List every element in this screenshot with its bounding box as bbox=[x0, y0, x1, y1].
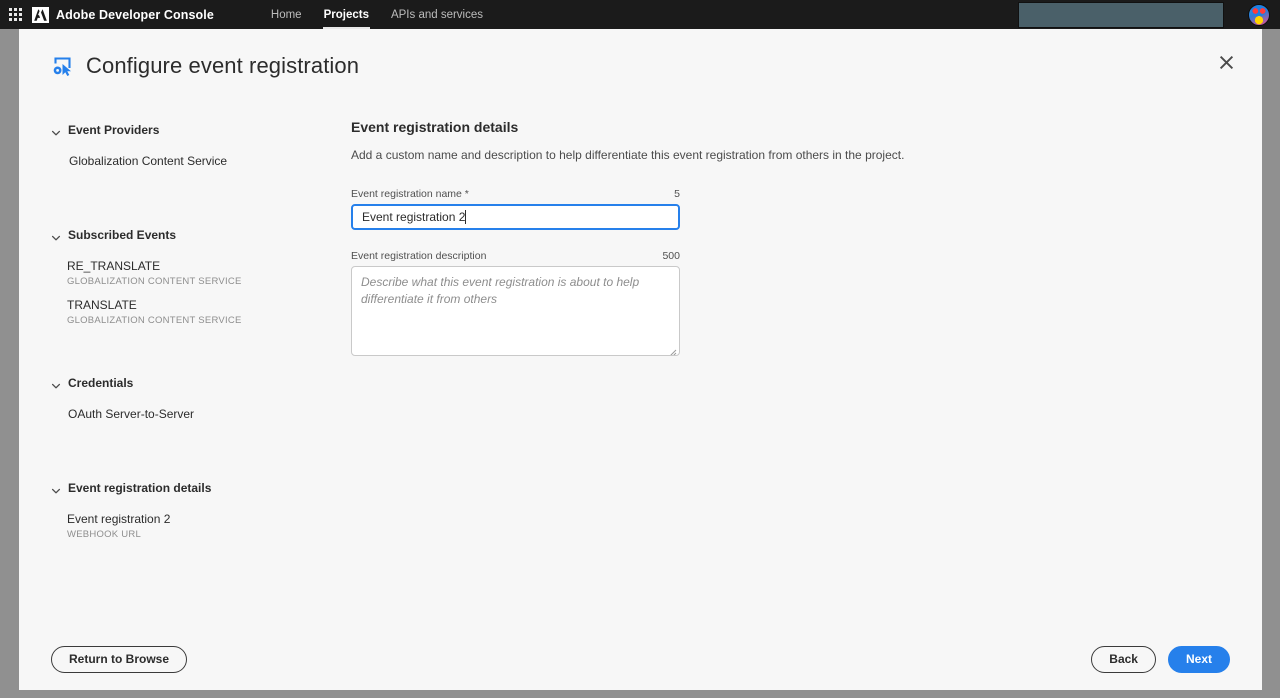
brand-logo-group[interactable]: Adobe Developer Console bbox=[32, 6, 214, 23]
global-top-navigation-bar: Adobe Developer Console Home Projects AP… bbox=[0, 0, 1280, 29]
modal-body: Event Providers Globalization Content Se… bbox=[19, 103, 1262, 628]
sidebar-item-oauth-server-to-server[interactable]: OAuth Server-to-Server bbox=[68, 402, 332, 427]
sidebar-group-header-credentials[interactable]: Credentials bbox=[19, 372, 332, 394]
sidebar-item-label: Event registration 2 bbox=[67, 512, 171, 526]
sidebar-item-sublabel: GLOBALIZATION CONTENT SERVICE bbox=[67, 315, 242, 326]
sidebar-group-subscribed-events: Subscribed Events RE_TRANSLATE GLOBALIZA… bbox=[19, 224, 332, 332]
sidebar-group-title: Credentials bbox=[68, 376, 134, 390]
sidebar-item-sublabel: WEBHOOK URL bbox=[67, 529, 142, 540]
footer-right-actions: Back Next bbox=[1091, 645, 1230, 673]
adobe-logo-icon bbox=[32, 6, 49, 23]
brand-name: Adobe Developer Console bbox=[56, 7, 214, 22]
event-registration-name-field-group: Event registration name * 5 Event regist… bbox=[351, 188, 680, 230]
event-registration-name-value: Event registration 2 bbox=[362, 210, 466, 224]
nav-link-home[interactable]: Home bbox=[260, 0, 313, 29]
back-button[interactable]: Back bbox=[1091, 645, 1156, 673]
event-registration-description-counter: 500 bbox=[662, 250, 680, 262]
event-registration-name-label: Event registration name * bbox=[351, 188, 469, 200]
event-registration-name-counter: 5 bbox=[674, 188, 680, 200]
event-registration-description-textarea[interactable]: Describe what this event registration is… bbox=[351, 266, 680, 356]
sidebar-item-label: OAuth Server-to-Server bbox=[68, 407, 195, 421]
configure-event-icon bbox=[51, 54, 75, 78]
chevron-down-icon bbox=[51, 378, 61, 389]
app-grid-dots bbox=[8, 8, 22, 21]
top-nav-links: Home Projects APIs and services bbox=[260, 0, 494, 29]
sidebar-items: Event registration 2 WEBHOOK URL bbox=[19, 499, 332, 546]
topbar-loading-placeholder bbox=[1018, 1, 1224, 28]
chevron-down-icon bbox=[51, 125, 61, 136]
return-to-browse-button[interactable]: Return to Browse bbox=[51, 645, 188, 673]
user-avatar-icon[interactable] bbox=[1248, 3, 1270, 26]
configuration-steps-sidebar: Event Providers Globalization Content Se… bbox=[19, 103, 332, 628]
section-description: Add a custom name and description to hel… bbox=[351, 148, 905, 162]
sidebar-group-header-event-providers[interactable]: Event Providers bbox=[19, 119, 332, 141]
event-registration-details-form: Event registration details Add a custom … bbox=[332, 103, 1262, 628]
sidebar-group-header-subscribed-events[interactable]: Subscribed Events bbox=[19, 224, 332, 246]
sidebar-group-header-event-registration-details[interactable]: Event registration details bbox=[19, 477, 332, 499]
field-header: Event registration description 500 bbox=[351, 250, 680, 262]
sidebar-group-credentials: Credentials OAuth Server-to-Server bbox=[19, 372, 332, 427]
sidebar-group-event-providers: Event Providers Globalization Content Se… bbox=[19, 119, 332, 174]
configure-event-registration-modal: Configure event registration Event Provi… bbox=[19, 29, 1262, 690]
event-registration-description-label: Event registration description bbox=[351, 250, 487, 262]
sidebar-group-title: Subscribed Events bbox=[68, 228, 177, 242]
sidebar-group-title: Event registration details bbox=[68, 481, 212, 495]
next-button[interactable]: Next bbox=[1167, 645, 1230, 673]
sidebar-item-sublabel: GLOBALIZATION CONTENT SERVICE bbox=[67, 276, 242, 287]
sidebar-group-event-registration-details: Event registration details Event registr… bbox=[19, 477, 332, 546]
sidebar-item-label: RE_TRANSLATE bbox=[67, 259, 161, 273]
event-registration-name-input[interactable]: Event registration 2 bbox=[351, 204, 680, 230]
sidebar-item-label: TRANSLATE bbox=[67, 298, 137, 312]
modal-footer: Return to Browse Back Next bbox=[19, 628, 1262, 690]
sidebar-item-event-registration-2[interactable]: Event registration 2 WEBHOOK URL bbox=[67, 507, 332, 546]
chevron-down-icon bbox=[51, 483, 61, 494]
sidebar-group-title: Event Providers bbox=[68, 123, 160, 137]
sidebar-items: OAuth Server-to-Server bbox=[19, 394, 332, 427]
page-title: Configure event registration bbox=[86, 53, 360, 78]
sidebar-item-label: Globalization Content Service bbox=[69, 154, 228, 168]
event-registration-description-placeholder: Describe what this event registration is… bbox=[361, 275, 640, 306]
sidebar-items: Globalization Content Service bbox=[19, 141, 332, 174]
sidebar-item-re-translate[interactable]: RE_TRANSLATE GLOBALIZATION CONTENT SERVI… bbox=[67, 254, 332, 293]
sidebar-item-translate[interactable]: TRANSLATE GLOBALIZATION CONTENT SERVICE bbox=[67, 293, 332, 332]
text-caret bbox=[465, 210, 467, 224]
section-title: Event registration details bbox=[351, 119, 519, 135]
sidebar-items: RE_TRANSLATE GLOBALIZATION CONTENT SERVI… bbox=[19, 246, 332, 332]
field-header: Event registration name * 5 bbox=[351, 188, 680, 200]
nav-link-projects[interactable]: Projects bbox=[313, 0, 380, 29]
chevron-down-icon bbox=[51, 230, 61, 241]
sidebar-item-globalization-content-service[interactable]: Globalization Content Service bbox=[69, 149, 332, 174]
modal-header: Configure event registration bbox=[19, 29, 1262, 103]
nav-link-apis-and-services[interactable]: APIs and services bbox=[380, 0, 494, 29]
textarea-resize-handle[interactable] bbox=[668, 344, 677, 355]
event-registration-description-field-group: Event registration description 500 Descr… bbox=[351, 250, 680, 356]
app-grid-icon[interactable] bbox=[0, 0, 30, 29]
close-icon[interactable] bbox=[1212, 48, 1240, 76]
